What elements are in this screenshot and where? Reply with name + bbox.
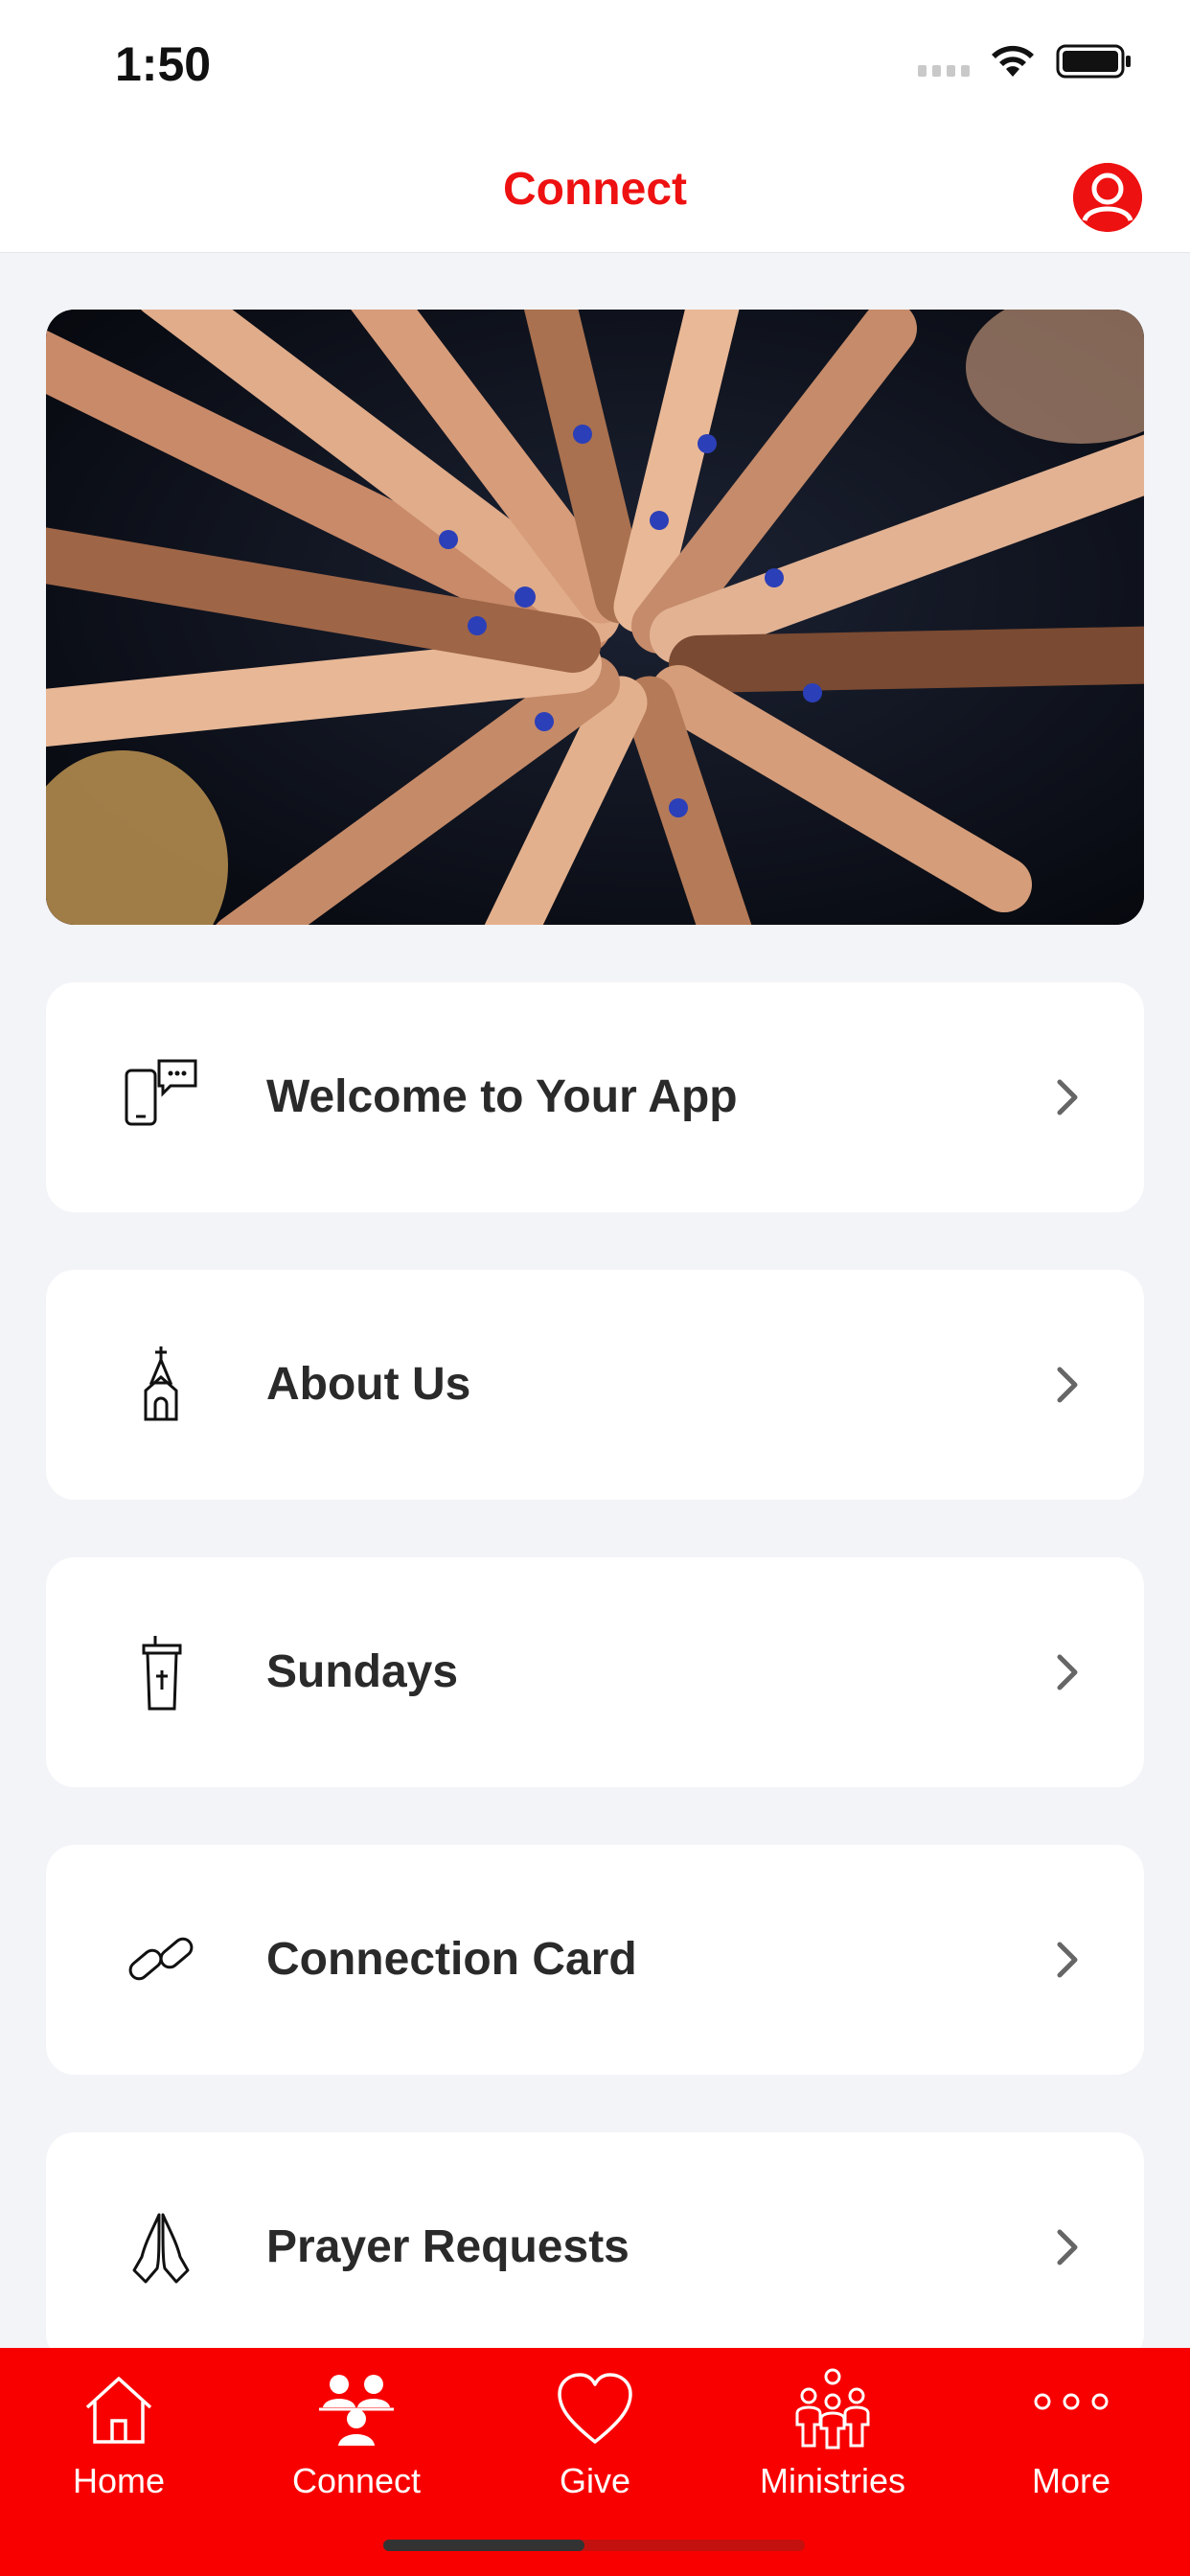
tab-label: Connect — [291, 2461, 422, 2500]
wifi-icon — [992, 45, 1034, 77]
menu-item-sundays[interactable]: Sundays — [46, 1557, 1144, 1787]
menu-item-prayer-requests[interactable]: Prayer Requests — [46, 2132, 1144, 2362]
heart-icon — [558, 2373, 632, 2444]
phone-chat-icon — [125, 1059, 197, 1126]
menu-item-welcome[interactable]: Welcome to Your App — [46, 982, 1144, 1212]
hands-together-image — [46, 310, 1144, 925]
group-icon — [795, 2368, 870, 2450]
chevron-right-icon — [1057, 1942, 1078, 1978]
menu-item-label: Welcome to Your App — [266, 1071, 738, 1122]
tab-label: Ministries — [759, 2461, 905, 2500]
status-icons — [918, 42, 1133, 80]
chevron-right-icon — [1057, 1079, 1078, 1116]
status-time: 1:50 — [115, 37, 212, 91]
church-icon — [144, 1346, 178, 1421]
praying-hands-icon — [132, 2213, 190, 2284]
chevron-right-icon — [1057, 1654, 1078, 1690]
cellular-signal-icon — [918, 46, 970, 77]
menu-item-label: Sundays — [266, 1646, 459, 1697]
chevron-right-icon — [1057, 1367, 1078, 1403]
profile-button[interactable] — [1073, 163, 1142, 232]
tab-home[interactable]: Home — [0, 2358, 238, 2530]
home-indicator — [383, 2540, 805, 2551]
menu-item-label: About Us — [266, 1359, 471, 1410]
menu-list: Welcome to Your App About Us Sundays Con… — [46, 982, 1144, 2420]
home-icon — [85, 2377, 152, 2444]
hero-image — [46, 310, 1144, 925]
menu-item-connection-card[interactable]: Connection Card — [46, 1845, 1144, 2075]
person-circle-icon — [1073, 163, 1142, 232]
menu-item-label: Connection Card — [266, 1934, 637, 1985]
tab-label: Home — [72, 2461, 166, 2500]
battery-icon — [1056, 44, 1131, 79]
link-icon — [128, 1937, 194, 1981]
tab-label: Give — [559, 2461, 631, 2500]
chevron-right-icon — [1057, 2229, 1078, 2266]
page-title: Connect — [503, 164, 687, 215]
tab-ministries[interactable]: Ministries — [714, 2358, 951, 2530]
menu-item-label: Prayer Requests — [266, 2221, 629, 2272]
tab-give[interactable]: Give — [476, 2358, 714, 2530]
tab-more[interactable]: More — [952, 2358, 1190, 2530]
status-bar: 1:50 — [0, 0, 1190, 134]
nav-header: Connect — [0, 134, 1190, 253]
people-icon — [319, 2375, 394, 2446]
tab-connect[interactable]: Connect — [238, 2358, 475, 2530]
menu-item-about-us[interactable]: About Us — [46, 1270, 1144, 1500]
more-dots-icon — [1034, 2393, 1109, 2410]
pulpit-icon — [142, 1636, 182, 1711]
tab-label: More — [1031, 2461, 1111, 2500]
